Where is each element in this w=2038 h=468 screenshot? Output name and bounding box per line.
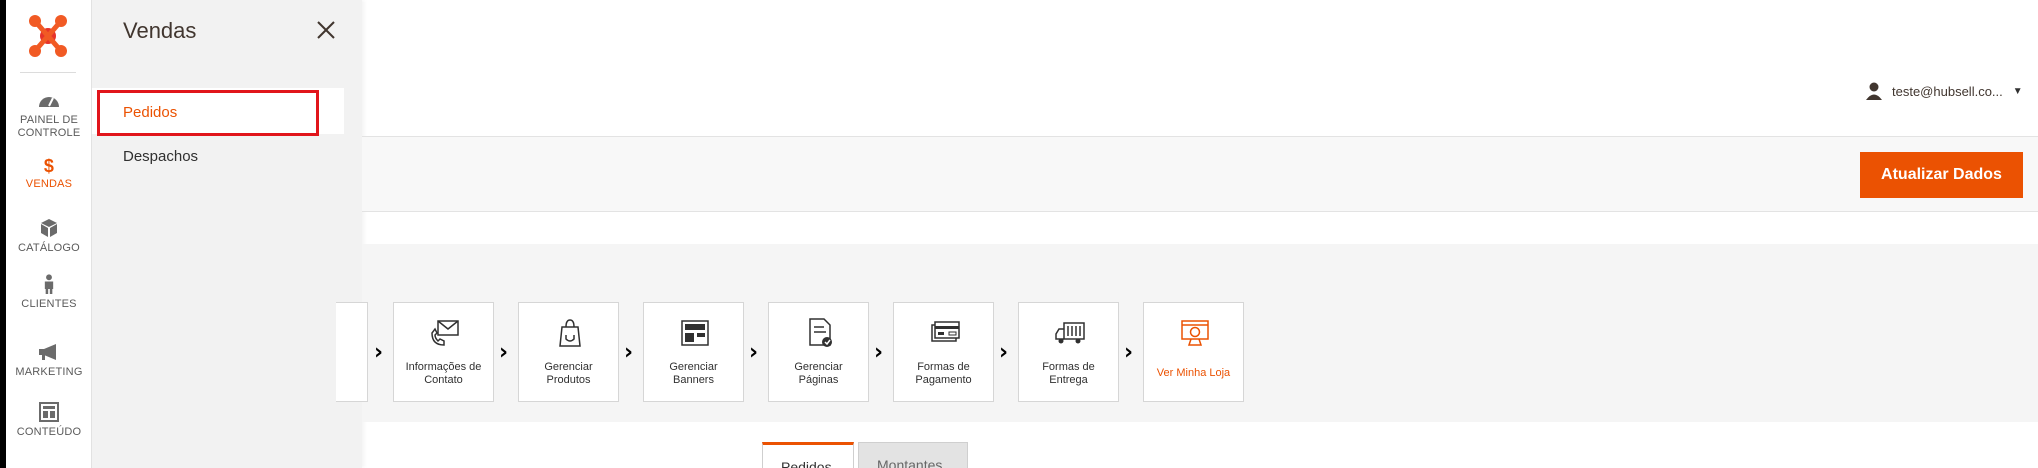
- step-card-pages[interactable]: Gerenciar Páginas: [768, 302, 869, 402]
- dollar-icon: $: [43, 156, 55, 176]
- nav-content-label: CONTEÚDO: [16, 426, 82, 438]
- close-icon[interactable]: [314, 18, 338, 42]
- step-label-line2: Pagamento: [915, 374, 972, 386]
- nav-sales[interactable]: $ VENDAS: [6, 156, 92, 191]
- step-label: Gerenciar Produtos: [521, 361, 616, 387]
- nav-customers-label: CLIENTES: [21, 298, 77, 310]
- step-card-view-store[interactable]: Ver Minha Loja: [1143, 302, 1244, 402]
- user-icon: [1866, 82, 1882, 100]
- card-icon: [931, 321, 960, 342]
- user-email: teste@hubsell.co...: [1892, 83, 2003, 99]
- dashboard-icon: [39, 97, 59, 107]
- nav-sales-label: VENDAS: [25, 178, 73, 190]
- layout-icon: [39, 402, 59, 422]
- sales-flyout-panel: Vendas Pedidos Despachos: [92, 0, 362, 468]
- nav-dashboard-label-1: PAINEL DE: [19, 114, 79, 126]
- bag-icon: [559, 319, 581, 347]
- envelope-phone-icon: [431, 320, 459, 346]
- step-card-products[interactable]: Gerenciar Produtos: [518, 302, 619, 402]
- step-label: Formas de Entrega: [1021, 361, 1116, 387]
- page-icon: [809, 318, 832, 347]
- step-label-line1: Gerenciar: [794, 361, 843, 373]
- chevron-right-icon: ›: [624, 340, 634, 365]
- step-label: Gerenciar Páginas: [771, 361, 866, 387]
- user-account-menu[interactable]: teste@hubsell.co... ▼: [1865, 80, 2023, 102]
- main-nav-rail: PAINEL DE CONTROLE $ VENDAS CATÁLOGO CLI…: [0, 0, 92, 468]
- step-card-banners[interactable]: Gerenciar Banners: [643, 302, 744, 402]
- flyout-item-shipments[interactable]: Despachos: [123, 148, 198, 165]
- step-label: Gerenciar Banners: [646, 361, 741, 387]
- step-card-partial[interactable]: [336, 302, 368, 402]
- page-actions-bar: [362, 136, 2038, 212]
- step-label-line1: Gerenciar: [544, 361, 593, 373]
- rail-divider: [20, 72, 76, 73]
- tab-orders[interactable]: Pedidos: [762, 442, 854, 468]
- chevron-right-icon: ›: [1124, 340, 1134, 365]
- step-label-line1: Formas de: [1042, 361, 1095, 373]
- banner-icon: [681, 320, 709, 346]
- megaphone-icon: [39, 344, 56, 360]
- nav-dashboard[interactable]: PAINEL DE CONTROLE: [6, 90, 92, 140]
- chevron-right-icon: ›: [374, 340, 384, 365]
- step-label-line2: Produtos: [546, 374, 591, 386]
- step-label-line1: Formas de: [917, 361, 970, 373]
- app-root: PAINEL DE CONTROLE $ VENDAS CATÁLOGO CLI…: [0, 0, 2038, 468]
- chevron-right-icon: ›: [749, 340, 759, 365]
- step-label: Ver Minha Loja: [1156, 367, 1231, 379]
- nav-dashboard-label-2: CONTROLE: [17, 127, 81, 139]
- nav-marketing-label: MARKETING: [15, 366, 83, 378]
- step-label-line2: Páginas: [798, 374, 839, 386]
- step-label: Informações de Contato: [396, 361, 491, 387]
- flyout-title: Vendas: [123, 18, 197, 43]
- step-label-line1: Gerenciar: [669, 361, 718, 373]
- nav-marketing[interactable]: MARKETING: [6, 342, 92, 379]
- step-card-contact[interactable]: Informações de Contato: [393, 302, 494, 402]
- tab-amounts[interactable]: Montantes: [858, 442, 968, 468]
- highlight-box: [97, 90, 319, 136]
- person-icon: [44, 274, 54, 294]
- store-icon: [1181, 320, 1209, 346]
- nav-catalog-label: CATÁLOGO: [18, 242, 80, 254]
- step-card-shipping[interactable]: Formas de Entrega: [1018, 302, 1119, 402]
- chevron-right-icon: ›: [874, 340, 884, 365]
- update-data-button[interactable]: Atualizar Dados: [1860, 152, 2023, 198]
- brand-logo-icon[interactable]: [28, 14, 68, 58]
- step-label: Formas de Pagamento: [896, 361, 991, 387]
- box-icon: [41, 219, 57, 237]
- step-label-line2: Banners: [673, 374, 714, 386]
- step-card-payment[interactable]: Formas de Pagamento: [893, 302, 994, 402]
- step-label-line2: Contato: [424, 374, 463, 386]
- nav-content[interactable]: CONTEÚDO: [6, 402, 92, 439]
- step-label-line2: Entrega: [1049, 374, 1088, 386]
- chevron-down-icon: ▼: [2012, 85, 2023, 97]
- chevron-right-icon: ›: [499, 340, 509, 365]
- step-label-line1: Informações de: [405, 361, 482, 373]
- nav-customers[interactable]: CLIENTES: [6, 274, 92, 311]
- chevron-right-icon: ›: [999, 340, 1009, 365]
- truck-icon: [1055, 322, 1085, 344]
- nav-catalog[interactable]: CATÁLOGO: [6, 218, 92, 255]
